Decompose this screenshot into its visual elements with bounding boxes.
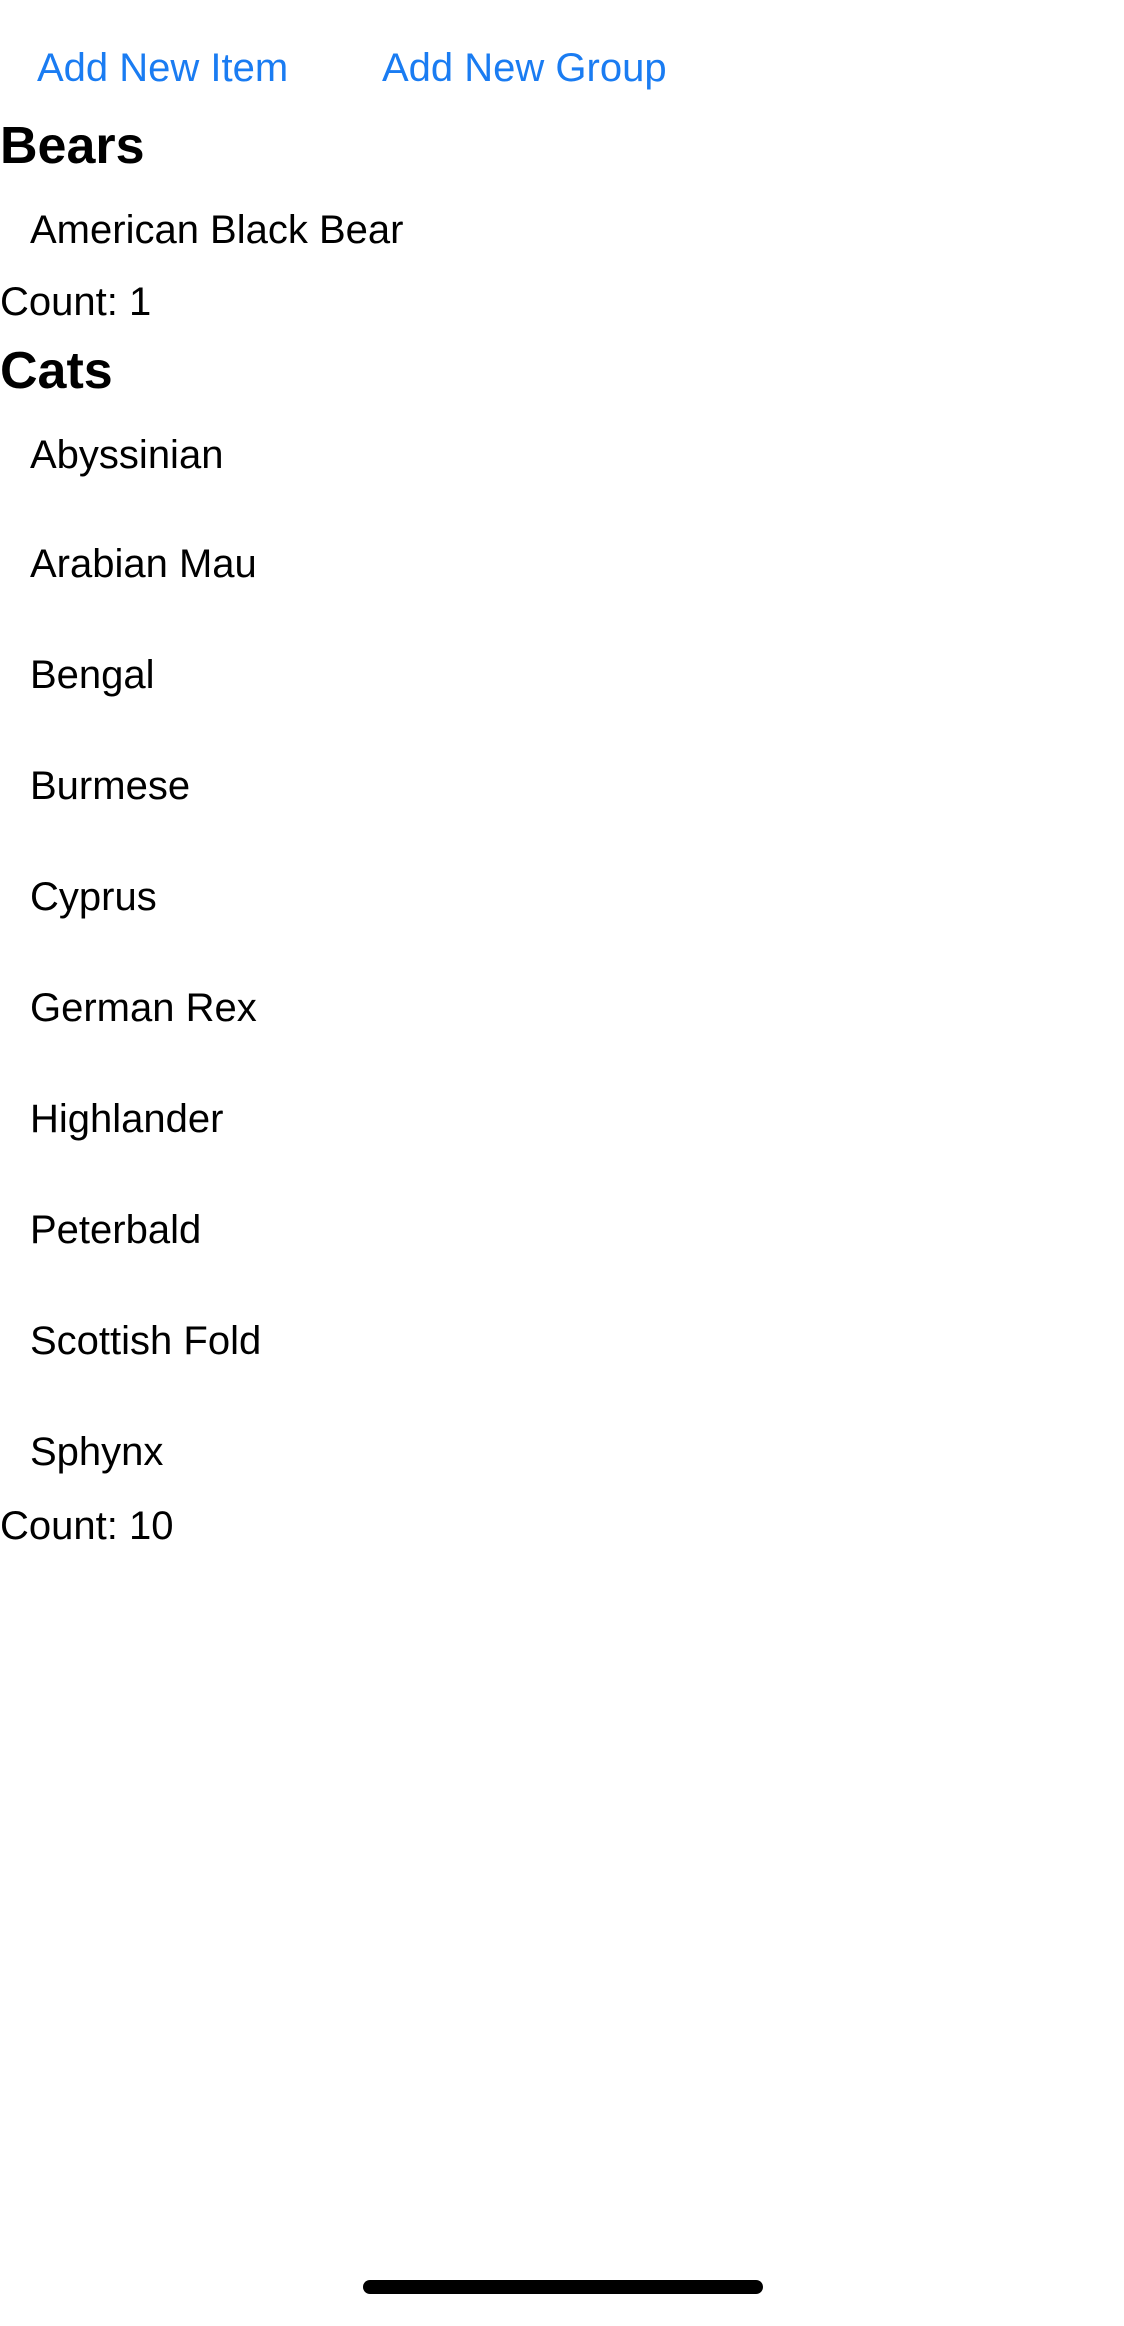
list-item[interactable]: Peterbald <box>0 1175 1124 1286</box>
group-title: Cats <box>0 342 113 400</box>
toolbar: Add New Item Add New Group <box>0 0 1124 120</box>
home-indicator[interactable] <box>363 2280 763 2294</box>
add-new-item-button[interactable]: Add New Item <box>37 40 288 96</box>
list-item[interactable]: Bengal <box>0 620 1124 731</box>
list-item[interactable]: Burmese <box>0 731 1124 842</box>
list-item[interactable]: Highlander <box>0 1064 1124 1175</box>
list-item[interactable]: Arabian Mau <box>0 509 1124 620</box>
list-item[interactable]: Scottish Fold <box>0 1286 1124 1397</box>
group-title: Bears <box>0 117 145 175</box>
list-item[interactable]: German Rex <box>0 953 1124 1064</box>
list-item[interactable]: Sphynx <box>0 1397 1124 1508</box>
list-item[interactable]: American Black Bear <box>0 177 1124 284</box>
list-item[interactable]: Abyssinian <box>0 402 1124 509</box>
group-items: Abyssinian Arabian Mau Bengal Burmese Cy… <box>0 402 1124 1508</box>
add-new-group-button[interactable]: Add New Group <box>382 40 667 96</box>
group-count: Count: 10 <box>0 1504 174 1548</box>
group-list: Bears American Black Bear Count: 1 Cats … <box>0 115 1124 1564</box>
list-item[interactable]: Cyprus <box>0 842 1124 953</box>
group-section-bears: Bears American Black Bear Count: 1 <box>0 115 1124 330</box>
group-section-cats: Cats Abyssinian Arabian Mau Bengal Burme… <box>0 340 1124 1554</box>
group-items: American Black Bear <box>0 177 1124 284</box>
